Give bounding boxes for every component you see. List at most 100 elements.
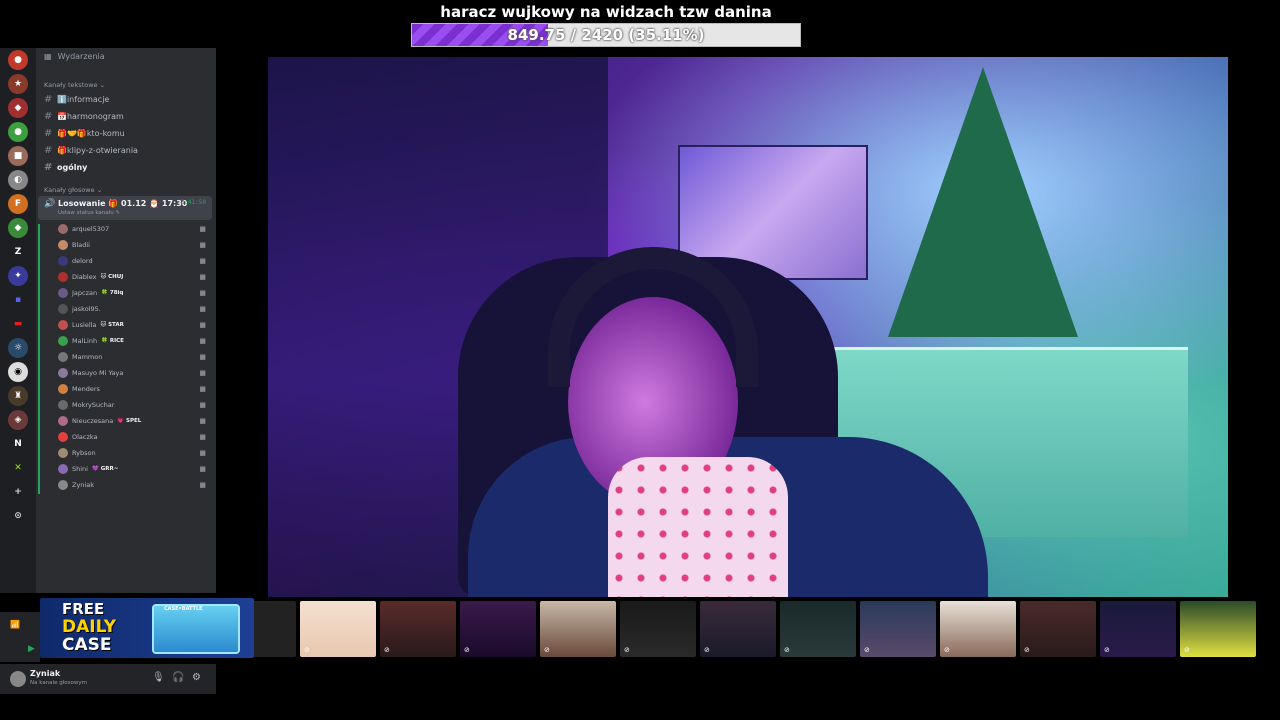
- avatar[interactable]: [58, 256, 68, 266]
- server-icon[interactable]: ★: [8, 74, 28, 94]
- avatar[interactable]: [58, 416, 68, 426]
- goal-title: haracz wujkowy na widzach tzw danina: [440, 3, 772, 21]
- voice-member[interactable]: MokrySuchar ■: [58, 398, 210, 412]
- avatar[interactable]: [58, 336, 68, 346]
- voice-member[interactable]: Masuyo Mi Yaya ■: [58, 366, 210, 380]
- avatar[interactable]: [58, 272, 68, 282]
- channel-sidebar: ▦ Wydarzenia Kanały tekstowe ⌄ # ℹ️inform…: [36, 48, 216, 593]
- voice-member[interactable]: Diablex 🐱 CHUJ ■: [58, 270, 210, 284]
- user-name: Zyniak: [30, 669, 61, 678]
- server-icon[interactable]: ✦: [8, 266, 28, 286]
- avatar[interactable]: [58, 368, 68, 378]
- server-icon[interactable]: ✕: [8, 458, 28, 478]
- main-video-stream[interactable]: [268, 57, 1228, 597]
- voice-member[interactable]: Shini 💜 GRR~ ■: [58, 462, 210, 476]
- voice-member[interactable]: Olaczka ■: [58, 430, 210, 444]
- voice-category[interactable]: Kanały głosowe ⌄: [44, 186, 102, 194]
- avatar[interactable]: [58, 448, 68, 458]
- voice-member[interactable]: MalLinh 🍀 RICE ■: [58, 334, 210, 348]
- server-icon[interactable]: ▪: [8, 290, 28, 310]
- participant-video[interactable]: ⊘: [540, 601, 616, 657]
- voice-member[interactable]: Japczan 🍀 78iq ■: [58, 286, 210, 300]
- goal-progress-text: 849.75 / 2420 (35.11%): [507, 26, 705, 44]
- avatar[interactable]: [58, 240, 68, 250]
- participant-video[interactable]: ⊘: [940, 601, 1016, 657]
- avatar[interactable]: [58, 400, 68, 410]
- camera-icon[interactable]: ▶: [28, 644, 35, 654]
- voice-member[interactable]: delord ■: [58, 254, 210, 268]
- server-icon[interactable]: ♜: [8, 386, 28, 406]
- voice-channel-status[interactable]: Ustaw status kanału ✎: [58, 210, 120, 216]
- mic-off-icon: ⊘: [784, 646, 790, 654]
- voice-member[interactable]: Nieuczesana 💗 SPEL ■: [58, 414, 210, 428]
- avatar[interactable]: [58, 480, 68, 490]
- headphones-icon[interactable]: 🎧: [172, 672, 184, 683]
- server-icon[interactable]: N: [8, 434, 28, 454]
- voice-member[interactable]: Lusiella 🐱 STAR ■: [58, 318, 210, 332]
- avatar[interactable]: [58, 352, 68, 362]
- avatar[interactable]: [58, 464, 68, 474]
- participant-video[interactable]: ⊘: [780, 601, 856, 657]
- channel-klipy[interactable]: # 🎁klipy-z-otwierania: [44, 145, 138, 156]
- server-icon[interactable]: ◆: [8, 98, 28, 118]
- heart-bib: [608, 457, 788, 597]
- channel-informacje[interactable]: # ℹ️informacje: [44, 94, 109, 105]
- server-icon[interactable]: ☼: [8, 338, 28, 358]
- avatar[interactable]: [58, 320, 68, 330]
- voice-member[interactable]: Menders ■: [58, 382, 210, 396]
- participant-video[interactable]: ⊘: [300, 601, 376, 657]
- member-name: MalLinh: [72, 337, 98, 345]
- voice-member[interactable]: Mammon ■: [58, 350, 210, 364]
- participant-video[interactable]: ⊘: [1020, 601, 1096, 657]
- mic-icon[interactable]: 🎙: [152, 672, 165, 683]
- voice-member[interactable]: Rybson ■: [58, 446, 210, 460]
- channel-ogolny[interactable]: # ogólny: [44, 162, 87, 173]
- voice-channel[interactable]: 🔊 Losowanie 🎁 01.12 🎅 17:30 3:41:59 Usta…: [38, 196, 212, 220]
- participant-video[interactable]: ⊘: [1180, 601, 1256, 657]
- explore-icon[interactable]: ⊙: [8, 506, 28, 526]
- server-icon[interactable]: ◆: [8, 218, 28, 238]
- avatar[interactable]: [58, 288, 68, 298]
- server-icon[interactable]: F: [8, 194, 28, 214]
- server-icon[interactable]: ▬: [8, 314, 28, 334]
- member-name: Menders: [72, 385, 100, 393]
- camera-icon: ■: [199, 337, 206, 345]
- participant-video[interactable]: ⊘: [380, 601, 456, 657]
- add-server-icon[interactable]: +: [8, 482, 28, 502]
- avatar[interactable]: [58, 304, 68, 314]
- participant-video[interactable]: ⊘: [620, 601, 696, 657]
- avatar[interactable]: [58, 432, 68, 442]
- server-icon[interactable]: ◐: [8, 170, 28, 190]
- voice-connection-panel: 📶 ▶: [0, 612, 40, 662]
- mic-off-icon: ⊘: [1024, 646, 1030, 654]
- server-icon[interactable]: ■: [8, 146, 28, 166]
- participant-video[interactable]: ⊘: [460, 601, 536, 657]
- voice-member[interactable]: arquel5307 ■: [58, 222, 210, 236]
- voice-member[interactable]: Bladii ■: [58, 238, 210, 252]
- signal-icon[interactable]: 📶: [10, 620, 20, 629]
- server-icon[interactable]: Z: [8, 242, 28, 262]
- avatar[interactable]: [58, 224, 68, 234]
- camera-icon: ■: [199, 465, 206, 473]
- member-name: Masuyo Mi Yaya: [72, 369, 124, 377]
- voice-member[interactable]: Zyniak ■: [58, 478, 210, 492]
- server-icon[interactable]: ◉: [8, 362, 28, 382]
- voice-channel-timer: 3:41:59: [180, 199, 206, 206]
- promo-line-1: FREE: [62, 600, 105, 618]
- avatar[interactable]: [10, 671, 26, 687]
- gear-icon[interactable]: ⚙: [192, 672, 201, 683]
- server-icon[interactable]: ◈: [8, 410, 28, 430]
- server-icon[interactable]: ●: [8, 122, 28, 142]
- channel-harmonogram[interactable]: # 📅harmonogram: [44, 111, 124, 122]
- channel-kto-komu[interactable]: # 🎁🤝🎁kto-komu: [44, 128, 125, 139]
- member-name: Shini: [72, 465, 88, 473]
- server-icon[interactable]: ●: [8, 50, 28, 70]
- events-link[interactable]: ▦ Wydarzenia: [44, 52, 105, 61]
- participant-video[interactable]: ⊘: [700, 601, 776, 657]
- voice-member[interactable]: jaskol95. ■: [58, 302, 210, 316]
- hash-icon: #: [44, 162, 53, 173]
- text-category[interactable]: Kanały tekstowe ⌄: [44, 81, 105, 89]
- avatar[interactable]: [58, 384, 68, 394]
- participant-video[interactable]: ⊘: [860, 601, 936, 657]
- participant-video[interactable]: ⊘: [1100, 601, 1176, 657]
